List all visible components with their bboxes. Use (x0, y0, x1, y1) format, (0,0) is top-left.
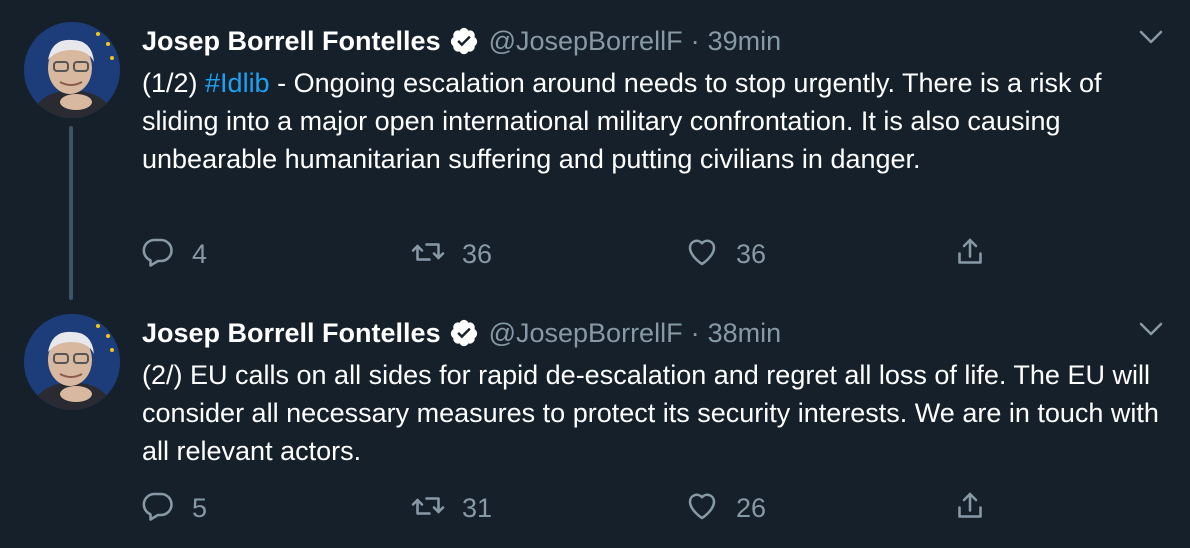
verified-badge-icon (449, 26, 479, 56)
tweet-thread: Josep Borrell Fontelles @JosepBorrellF ·… (0, 0, 1190, 548)
tweet-text: (1/2) #Idlib - Ongoing escalation around… (142, 64, 1162, 178)
retweet-button[interactable]: 31 (410, 488, 492, 528)
author-handle[interactable]: @JosepBorrellF (489, 26, 683, 57)
chevron-down-icon[interactable] (1136, 22, 1166, 52)
avatar[interactable] (24, 314, 120, 410)
retweet-count: 31 (462, 492, 493, 523)
retweet-icon (410, 234, 446, 275)
tweet-text-suffix: - Ongoing escalation around needs to sto… (142, 68, 1102, 174)
reply-button[interactable]: 5 (140, 488, 207, 528)
tweet[interactable]: Josep Borrell Fontelles @JosepBorrellF ·… (0, 0, 1190, 300)
like-count: 26 (736, 492, 767, 523)
tweet-header: Josep Borrell Fontelles @JosepBorrellF ·… (142, 314, 781, 352)
timestamp[interactable]: 38min (708, 318, 782, 349)
tweet-text-prefix: (1/2) (142, 68, 206, 98)
author-handle[interactable]: @JosepBorrellF (489, 318, 683, 349)
like-count: 36 (736, 238, 767, 269)
reply-icon (140, 234, 176, 275)
tweet-actions: 4 36 36 (140, 234, 1000, 274)
reply-count: 4 (192, 238, 208, 269)
tweet-header: Josep Borrell Fontelles @JosepBorrellF ·… (142, 22, 781, 60)
heart-icon (684, 488, 720, 529)
like-button[interactable]: 26 (684, 488, 766, 528)
reply-button[interactable]: 4 (140, 234, 207, 274)
chevron-down-icon[interactable] (1136, 314, 1166, 344)
author-name[interactable]: Josep Borrell Fontelles (142, 318, 441, 349)
reply-icon (140, 488, 176, 529)
tweet-text: (2/) EU calls on all sides for rapid de-… (142, 360, 1159, 466)
retweet-count: 36 (462, 238, 493, 269)
separator-dot: · (690, 317, 700, 348)
author-name[interactable]: Josep Borrell Fontelles (142, 26, 441, 57)
timestamp[interactable]: 39min (708, 26, 782, 57)
like-button[interactable]: 36 (684, 234, 766, 274)
share-icon (952, 234, 988, 275)
thread-connector-line (69, 126, 73, 300)
share-icon (952, 488, 988, 529)
avatar[interactable] (24, 22, 120, 118)
hashtag-link[interactable]: #Idlib (205, 68, 270, 98)
share-button[interactable] (952, 488, 988, 528)
heart-icon (684, 234, 720, 275)
retweet-button[interactable]: 36 (410, 234, 492, 274)
retweet-icon (410, 488, 446, 529)
reply-count: 5 (192, 492, 208, 523)
verified-badge-icon (449, 318, 479, 348)
separator-dot: · (690, 25, 700, 56)
tweet[interactable]: Josep Borrell Fontelles @JosepBorrellF ·… (0, 300, 1190, 548)
share-button[interactable] (952, 234, 988, 274)
tweet-actions: 5 31 26 (140, 488, 1000, 528)
